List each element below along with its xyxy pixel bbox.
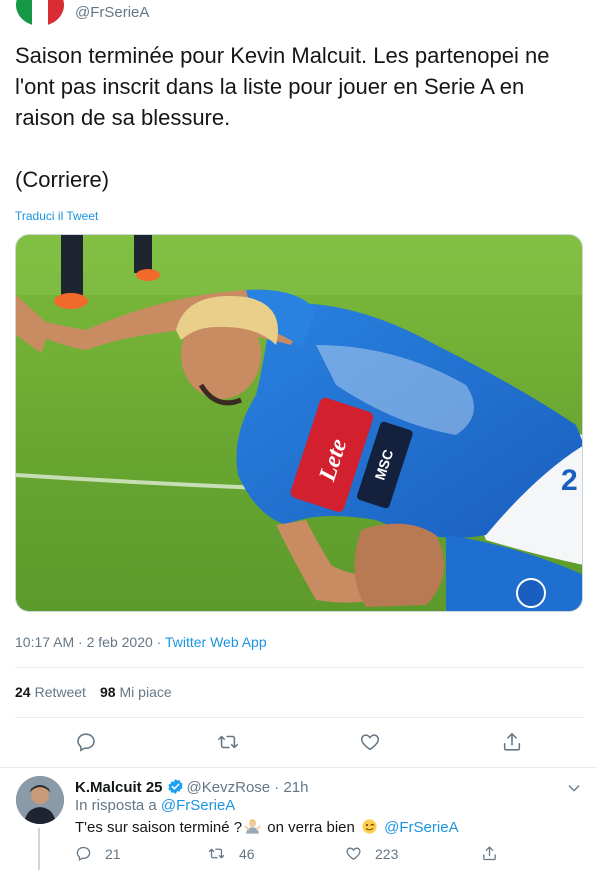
reply-text-part: T'es sur saison terminé ? <box>75 819 243 836</box>
football-player-photo: 2 Lete MSC <box>16 235 582 611</box>
avatar-photo <box>16 776 64 824</box>
author-avatar[interactable] <box>16 0 64 26</box>
winking-face-emoji-icon <box>362 819 377 834</box>
reply-likes-count: 223 <box>375 845 399 862</box>
likes-count: 98 <box>99 684 116 700</box>
timestamp-text[interactable]: 10:17 AM · 2 feb 2020 · <box>15 634 165 650</box>
tweet-text: Saison terminée pour Kevin Malcuit. Les … <box>15 40 585 226</box>
retweets-label: Retweet <box>34 684 86 700</box>
verified-badge-icon <box>167 779 183 794</box>
tweet-stats: 24 Retweet 98 Mi piace <box>15 684 172 700</box>
shorts-number: 2 <box>561 464 578 497</box>
divider <box>15 717 584 718</box>
reply-retweet-button[interactable]: 46 <box>207 845 255 862</box>
reply-text-part: on verra bien <box>263 819 359 836</box>
reply-author-avatar[interactable] <box>16 776 64 824</box>
divider <box>0 767 597 768</box>
in-reply-to-link[interactable]: @FrSerieA <box>161 797 235 814</box>
reply-like-button[interactable]: 223 <box>345 845 398 862</box>
in-reply-to: In risposta a @FrSerieA <box>75 797 235 814</box>
reply-author-handle[interactable]: @KevzRose <box>187 779 271 796</box>
chevron-down-icon <box>568 785 580 792</box>
share-icon <box>483 846 496 861</box>
retweet-icon <box>218 735 238 749</box>
reply-share-button[interactable] <box>481 845 498 862</box>
reply-reply-button[interactable]: 21 <box>75 845 121 862</box>
retweets-count: 24 <box>15 684 31 700</box>
share-icon <box>503 732 521 751</box>
heart-icon <box>346 847 361 860</box>
reply-text: T'es sur saison terminé ? on verra bien … <box>75 818 459 836</box>
like-button[interactable] <box>356 728 384 756</box>
tweet-header: @FrSerieA <box>0 0 597 30</box>
likes-label: Mi piace <box>119 684 172 700</box>
tweet-source-link[interactable]: Twitter Web App <box>165 634 267 650</box>
retweet-button[interactable] <box>214 728 242 756</box>
likes-stat[interactable]: 98 Mi piace <box>100 684 172 700</box>
tweet-media-photo[interactable]: 2 Lete MSC <box>15 234 583 612</box>
reply-separator: · <box>270 779 284 796</box>
reply-action-bar: 21 46 223 <box>0 845 597 867</box>
divider <box>15 667 584 668</box>
reply-icon <box>77 733 95 752</box>
heart-icon <box>360 734 380 751</box>
reply-time[interactable]: 21h <box>283 779 308 796</box>
reply-header: K.Malcuit 25 @KevzRose · 21h <box>75 778 309 796</box>
reply-icon <box>76 846 91 861</box>
tweet-paragraph: (Corriere) <box>15 167 110 192</box>
retweets-stat[interactable]: 24 Retweet <box>15 684 86 700</box>
tweet-action-bar <box>0 728 597 758</box>
reply-author-name[interactable]: K.Malcuit 25 <box>75 779 163 796</box>
person-shrugging-emoji-icon <box>244 819 261 834</box>
share-button[interactable] <box>498 728 526 756</box>
reply-button[interactable] <box>72 728 100 756</box>
translate-tweet-link[interactable]: Traduci il Tweet <box>15 209 98 223</box>
tweet-timestamp: 10:17 AM · 2 feb 2020 · Twitter Web App <box>15 634 267 650</box>
retweet-icon <box>208 848 225 859</box>
reply-mention-link[interactable]: @FrSerieA <box>384 819 458 836</box>
tweet-paragraph: Saison terminée pour Kevin Malcuit. Les … <box>15 43 550 130</box>
in-reply-prefix: In risposta a <box>75 797 161 814</box>
reply-replies-count: 21 <box>105 845 121 862</box>
author-handle[interactable]: @FrSerieA <box>75 4 149 21</box>
reply-retweets-count: 46 <box>239 845 255 862</box>
more-options-button[interactable] <box>566 780 582 801</box>
